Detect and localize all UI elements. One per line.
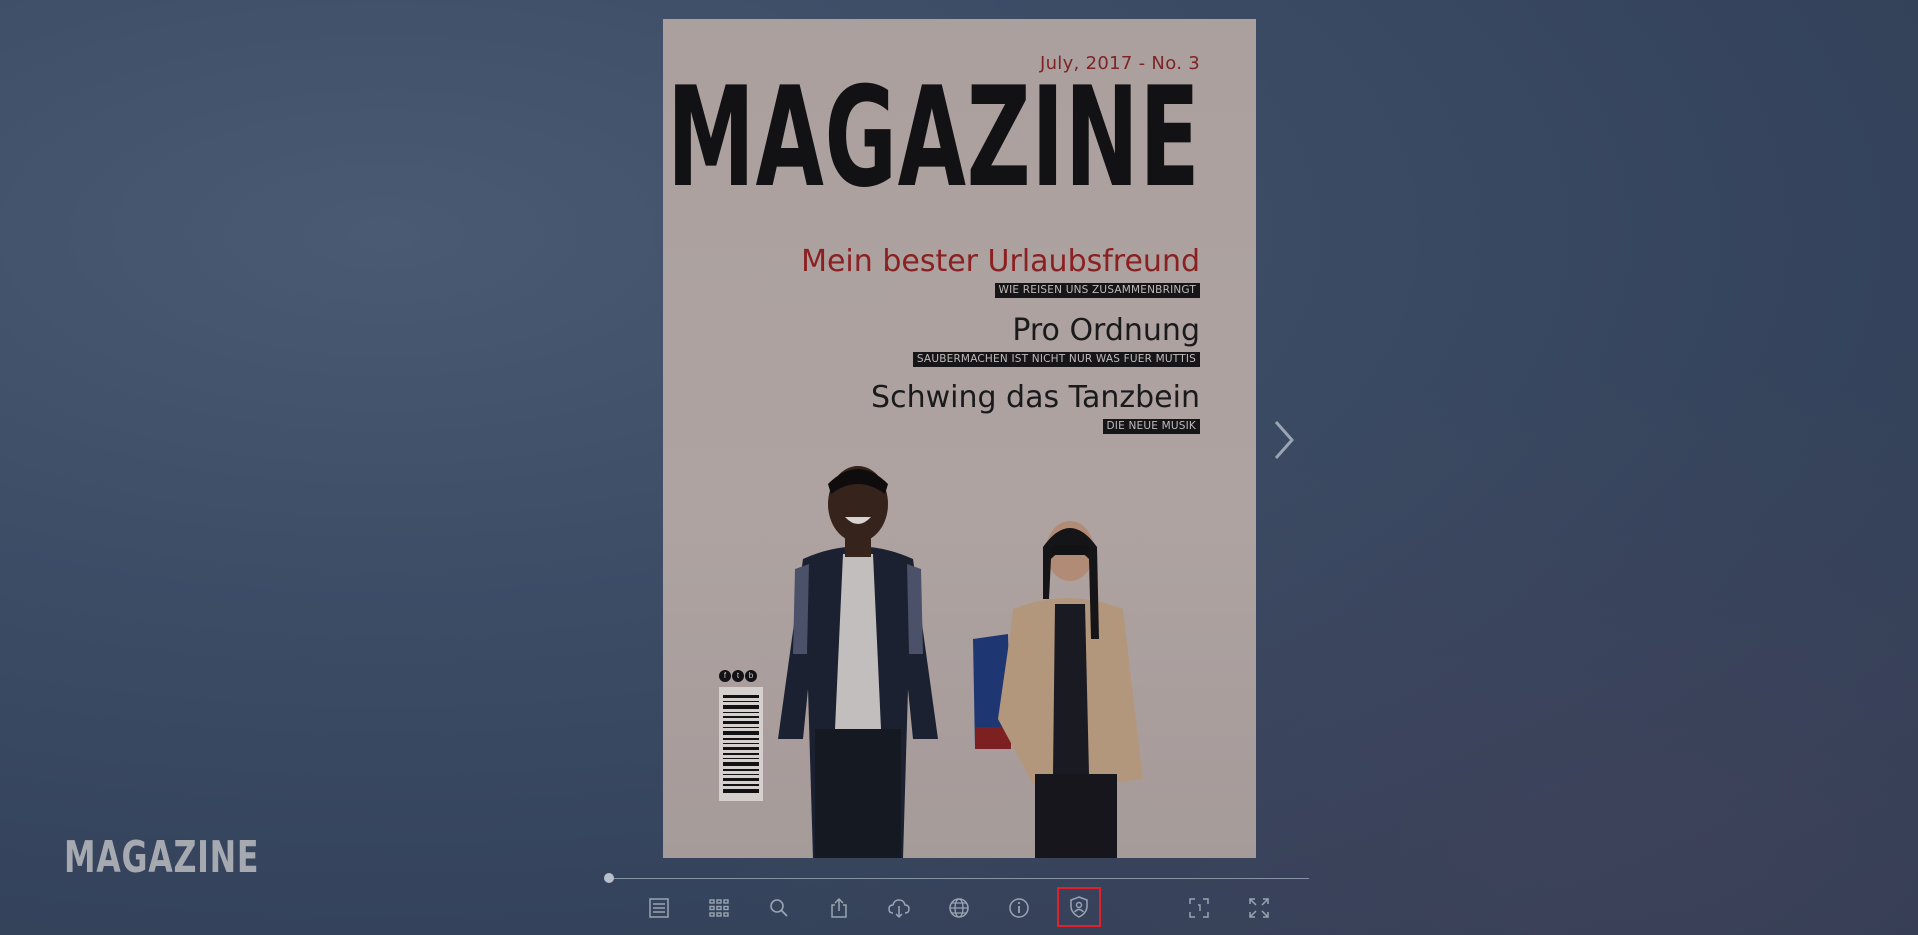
privacy-shield-icon xyxy=(1070,896,1088,918)
language-globe-icon xyxy=(949,898,969,918)
magazine-cover-page[interactable]: July, 2017 - No. 3 MAGAZINE Mein bester … xyxy=(663,19,1256,858)
search-button[interactable] xyxy=(761,892,797,924)
share-icon xyxy=(831,897,847,918)
table-of-contents-icon xyxy=(649,898,669,918)
chevron-right-icon[interactable] xyxy=(1268,418,1300,462)
fit-page-icon xyxy=(1189,898,1209,918)
table-of-contents-button[interactable] xyxy=(641,892,677,924)
fullscreen-icon xyxy=(1249,898,1269,918)
share-button[interactable] xyxy=(821,892,857,924)
brand-logo: MAGAZINE xyxy=(64,832,260,883)
page-slider-track[interactable] xyxy=(609,878,1309,879)
page-dim-overlay xyxy=(663,19,1256,858)
thumbnails-button[interactable] xyxy=(701,892,737,924)
cloud-download-icon xyxy=(888,899,910,919)
thumbnails-grid-icon xyxy=(709,899,729,917)
fullscreen-button[interactable] xyxy=(1241,892,1277,924)
info-icon xyxy=(1009,898,1029,918)
fit-page-button[interactable] xyxy=(1181,892,1217,924)
page-slider-knob[interactable] xyxy=(604,873,614,883)
privacy-button[interactable] xyxy=(1057,887,1101,927)
download-button[interactable] xyxy=(881,892,917,924)
info-button[interactable] xyxy=(1001,892,1037,924)
search-icon xyxy=(770,899,788,917)
language-button[interactable] xyxy=(941,892,977,924)
